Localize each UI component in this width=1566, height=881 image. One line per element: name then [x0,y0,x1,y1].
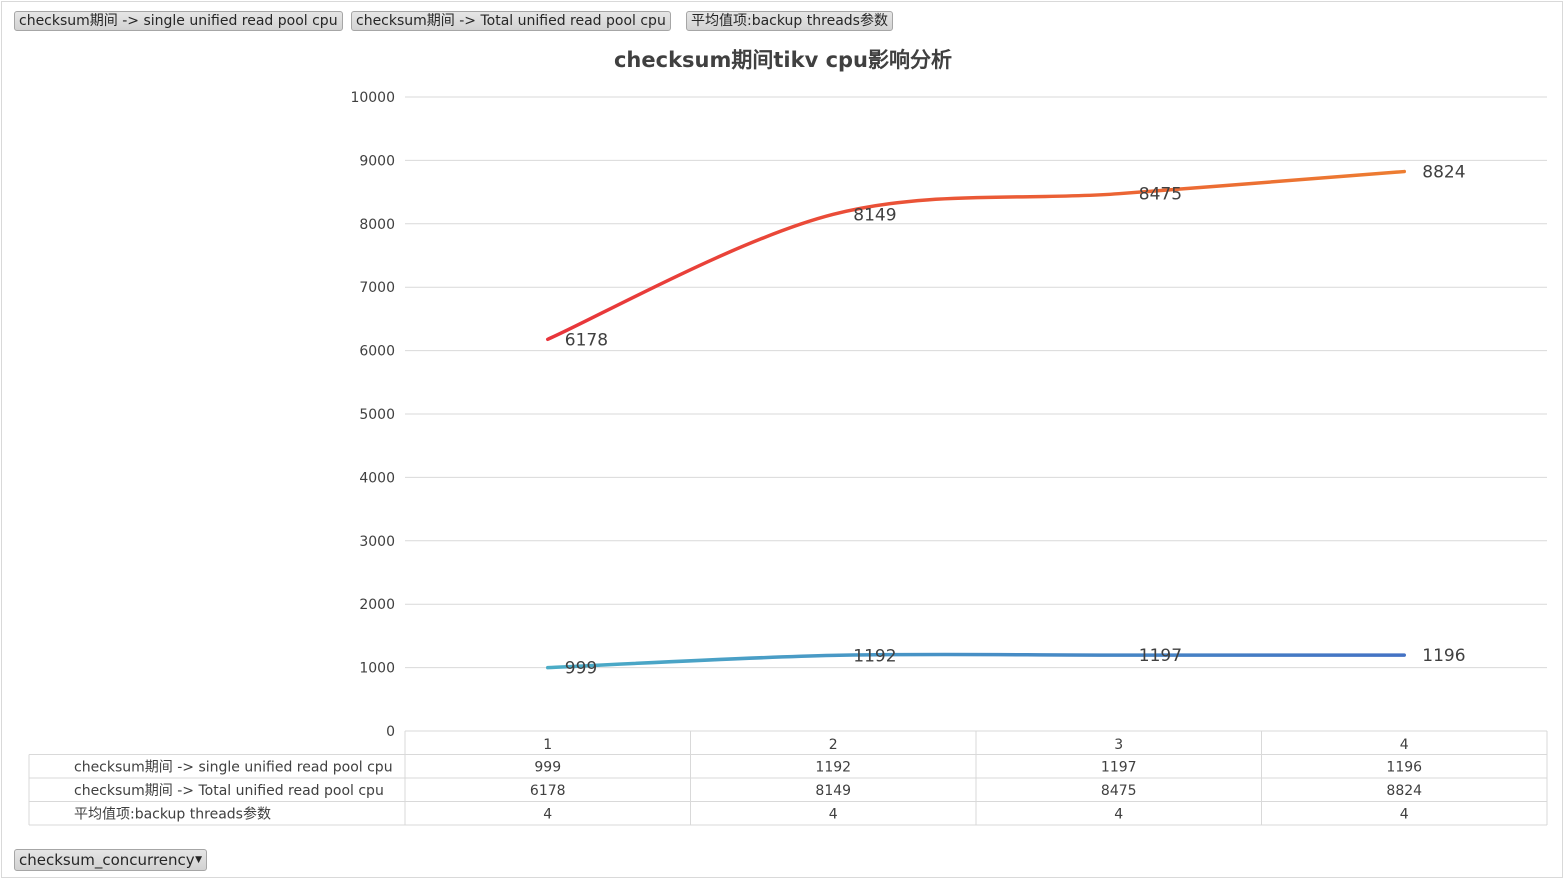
table-cell: 1196 [1386,759,1422,775]
data-label: 1192 [853,646,896,666]
gridlines: 0 1000 2000 3000 4000 5000 6000 7000 8000 9000 100… [350,90,1547,740]
y-tick-label: 3000 [359,534,395,550]
table-cell: 4 [1400,806,1409,822]
data-label: 8475 [1139,185,1182,205]
y-tick-label: 4000 [359,470,395,486]
x-category-label: 3 [1114,737,1123,753]
data-label: 8824 [1422,163,1465,183]
series-lines [546,169,1406,733]
y-tick-label: 0 [386,724,395,740]
series-line [546,652,1406,670]
line-chart: 0 1000 2000 3000 4000 5000 6000 7000 8000 9000 100… [28,48,1548,826]
dropdown-arrow-icon: ▼ [195,855,202,865]
y-tick-label: 10000 [350,90,395,106]
table-cell: 1192 [815,759,851,775]
filter-dropdown-label: checksum_concurrency [19,851,195,869]
x-category-label: 2 [829,737,838,753]
table-cell: 1197 [1101,759,1137,775]
data-label: 1196 [1422,646,1465,666]
table-cell: 4 [1114,806,1123,822]
table-cell: 999 [534,759,561,775]
y-tick-label: 2000 [359,597,395,613]
data-table: 1 2 3 4 checksum期间 -> single unified read po… [28,731,1548,826]
table-cell: 8824 [1386,783,1422,799]
table-cell: 4 [829,806,838,822]
y-tick-label: 5000 [359,407,395,423]
table-cell: 8475 [1101,783,1137,799]
table-cell: 8149 [815,783,851,799]
data-label: 6178 [565,330,608,350]
legend-label: 平均值项:backup threads参数 [74,805,271,822]
legend-label: checksum期间 -> single unified read pool c… [74,759,393,775]
chart-title: checksum期间tikv cpu影响分析 [614,48,952,72]
data-labels: 999 1192 1197 1196 6178 8149 8475 8824 [565,163,1466,679]
table-cell: 4 [543,806,552,822]
y-tick-label: 7000 [359,280,395,296]
data-label: 8149 [853,205,896,225]
data-label: 1197 [1139,646,1182,666]
y-tick-label: 1000 [359,661,395,677]
y-tick-label: 9000 [359,153,395,169]
x-category-label: 1 [543,737,552,753]
filter-dropdown-checksum-concurrency[interactable]: checksum_concurrency ▼ [14,849,207,871]
table-cell: 6178 [530,783,566,799]
series-line [546,169,1406,342]
y-tick-label: 8000 [359,217,395,233]
legend-label: checksum期间 -> Total unified read pool cp… [74,783,384,799]
x-category-label: 4 [1400,737,1409,753]
y-tick-label: 6000 [359,344,395,360]
data-label: 999 [565,659,597,679]
